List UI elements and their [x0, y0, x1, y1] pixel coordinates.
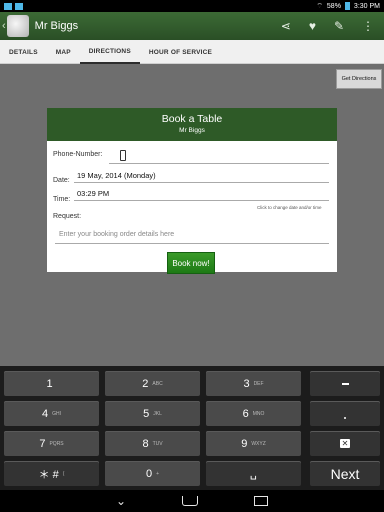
restaurant-title: Mr Biggs — [34, 20, 79, 32]
overflow-menu-icon[interactable]: ⋮ — [362, 20, 374, 32]
phone-label: Phone-Number: — [53, 151, 103, 158]
back-arrow-icon[interactable]: ‹ — [2, 20, 6, 32]
content-area: Get Directions Book a Table Mr Biggs Pho… — [0, 64, 384, 366]
hide-keyboard-icon[interactable]: ⌄ — [116, 494, 126, 508]
key-4[interactable]: 4 GHI — [4, 401, 99, 426]
phone-icon — [120, 150, 126, 161]
key-0[interactable]: 0 + — [105, 461, 200, 486]
minus-icon — [341, 382, 349, 385]
dialog-subtitle: Mr Biggs — [179, 127, 205, 134]
key-6[interactable]: 6 MNO — [206, 401, 301, 426]
numeric-keyboard: 1 2 ABC 3 DEF 4 GHI 5 JKL 6 MNO 7 PQRS 8 TUV 9W… — [0, 366, 384, 490]
period-icon — [344, 416, 346, 419]
restaurant-logo[interactable] — [6, 15, 29, 37]
tab-directions[interactable]: DIRECTIONS — [79, 40, 140, 64]
key-minus[interactable] — [310, 371, 380, 396]
home-icon[interactable] — [182, 496, 199, 506]
book-now-button[interactable]: Book now! — [167, 252, 215, 274]
dialog-header: Book a Table Mr Biggs — [47, 108, 337, 141]
tab-details[interactable]: DETAILS — [0, 40, 47, 64]
key-next[interactable]: Next — [310, 461, 380, 486]
battery-icon — [344, 2, 350, 10]
backspace-icon: ✕ — [339, 439, 351, 448]
edit-pencil-icon[interactable]: ✎ — [334, 20, 344, 32]
key-7[interactable]: 7 PQRS — [4, 431, 99, 456]
key-star-hash[interactable]: ＊ #( — [4, 461, 99, 486]
key-8[interactable]: 8 TUV — [105, 431, 200, 456]
key-backspace[interactable]: ✕ — [310, 431, 380, 456]
key-3[interactable]: 3 DEF — [206, 371, 301, 396]
share-icon[interactable]: ⋖ — [281, 20, 291, 32]
status-bar: ⌔ 58% 3:30 PM — [0, 0, 384, 12]
key-period[interactable] — [310, 401, 380, 426]
action-bar: ‹ Mr Biggs ⋖ ♥ ✎ ⋮ — [0, 12, 384, 40]
key-1[interactable]: 1 — [4, 371, 99, 396]
notification-icon — [4, 2, 12, 10]
time-label: Time: — [53, 196, 71, 203]
wifi-icon: ⌔ — [316, 2, 323, 10]
system-nav-bar: ⌄ — [0, 490, 384, 512]
get-directions-button[interactable]: Get Directions — [336, 69, 382, 89]
book-table-dialog: Book a Table Mr Biggs Phone-Number: Date… — [47, 108, 337, 274]
request-label: Request: — [53, 213, 82, 220]
tab-bar: DETAILS MAP DIRECTIONS HOUR OF SERVICE — [0, 40, 384, 64]
key-2[interactable]: 2 ABC — [105, 371, 200, 396]
date-label: Date: — [53, 177, 70, 184]
date-time-hint: Click to change date and/or time — [257, 205, 322, 210]
key-5[interactable]: 5 JKL — [105, 401, 200, 426]
image-notification-icon — [15, 2, 23, 10]
key-9[interactable]: 9 WXYZ — [206, 431, 301, 456]
heart-icon[interactable]: ♥ — [309, 20, 316, 32]
time-value[interactable]: 03:29 PM — [77, 189, 109, 198]
request-input[interactable]: Enter your booking order details here — [55, 226, 329, 244]
tab-hour-of-service[interactable]: HOUR OF SERVICE — [140, 40, 221, 64]
tab-map[interactable]: MAP — [47, 40, 80, 64]
recent-apps-icon[interactable] — [254, 496, 269, 506]
status-time: 3:30 PM — [353, 2, 380, 10]
date-value[interactable]: 19 May, 2014 (Monday) — [77, 171, 156, 180]
time-field-line — [74, 200, 329, 201]
date-field-line — [74, 182, 329, 183]
key-space[interactable]: ␣ — [206, 461, 301, 486]
battery-percent: 58% — [326, 2, 341, 10]
dialog-title: Book a Table — [161, 113, 223, 125]
phone-field[interactable] — [109, 163, 329, 164]
